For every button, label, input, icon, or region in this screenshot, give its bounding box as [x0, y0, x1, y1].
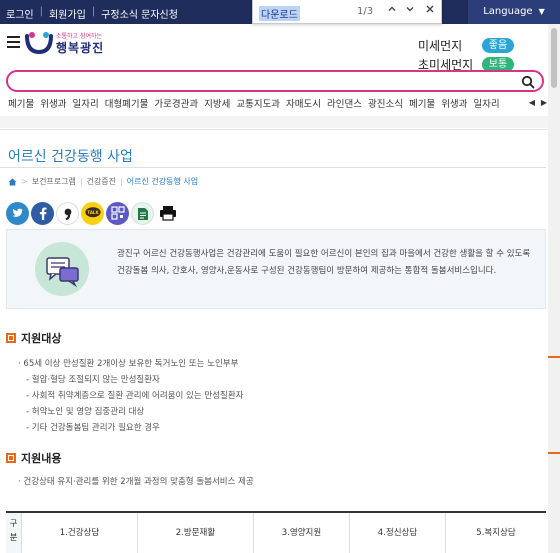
find-query[interactable]: 다운로드 [259, 6, 300, 21]
keyword-link[interactable]: 라인댄스 [327, 96, 362, 110]
print-icon[interactable] [156, 202, 179, 225]
chevron-down-icon[interactable] [403, 4, 417, 18]
table-cell: 4.정신상담 [350, 513, 446, 553]
kakaotalk-icon[interactable]: TALK [81, 202, 104, 225]
keyword-link[interactable]: 가로경관과 [154, 96, 198, 110]
breadcrumb-separator: | [79, 177, 83, 186]
table-row-header: 구분 [6, 513, 22, 553]
scrollbar-thumb[interactable] [551, 28, 557, 88]
fine-dust-row: 미세먼지 좋음 [418, 36, 514, 55]
breadcrumb-separator: > [21, 177, 28, 186]
divider: | [91, 6, 96, 17]
popular-keywords-bar: 페기물 위생과 일자리 대형폐기물 가로경관과 지방세 교통지도과 자매도시 라… [0, 94, 560, 130]
chevron-up-icon[interactable] [385, 4, 399, 18]
site-logo[interactable]: 소통하고 참여하는 행복광진 [24, 28, 114, 58]
keyword-link[interactable]: 페기물 [8, 96, 34, 110]
site-search-box [6, 70, 544, 92]
twitter-icon[interactable] [6, 202, 29, 225]
facebook-icon[interactable] [31, 202, 54, 225]
sms-subscribe-link[interactable]: 구정소식 문자신청 [101, 6, 178, 21]
page-scrollbar[interactable] [548, 24, 560, 553]
language-label: Language [483, 6, 533, 17]
edge-indicator [548, 356, 560, 358]
breadcrumb-current: 어르신 건강동행 사업 [126, 177, 199, 186]
keyword-link[interactable]: 교통지도과 [236, 96, 280, 110]
page-title: 어르신 건강동행 사업 [8, 149, 133, 165]
chat-bubble-icon [35, 242, 89, 296]
keyword-link[interactable]: 일자리 [72, 96, 98, 110]
hamburger-menu-icon[interactable] [7, 36, 20, 48]
logo-mark-icon [25, 32, 53, 55]
fine-dust-status-badge: 좋음 [482, 38, 514, 53]
find-match-count: 1/3 [357, 6, 374, 17]
search-input[interactable] [16, 74, 506, 88]
search-icon[interactable] [521, 75, 535, 89]
svg-text:TALK: TALK [87, 210, 99, 215]
list-item: - 허약노인 및 영양 집중관리 대상 [26, 407, 145, 417]
table-cell: 3.영양지원 [254, 513, 350, 553]
air-quality-widget: 미세먼지 좋음 초미세먼지 보통 [418, 36, 514, 74]
logo-wordmark: 행복광진 [56, 41, 105, 55]
keyword-link[interactable]: 광진소식 [368, 96, 403, 110]
target-heading-text: 지원대상 [21, 332, 62, 345]
list-item: · 65세 이상 만성질환 2개이상 보유한 독거노인 또는 노인부부 [18, 359, 239, 369]
list-item: - 기타 건강돌봄팀 관리가 필요한 경우 [26, 423, 160, 433]
language-button[interactable]: Language ▼ [468, 0, 560, 24]
target-section-heading: 지원대상 [6, 330, 61, 346]
keyword-list: 페기물 위생과 일자리 대형폐기물 가로경관과 지방세 교통지도과 자매도시 라… [8, 96, 506, 110]
section-bullet-icon [6, 333, 16, 343]
table-cell: 5.복지상담 [476, 528, 516, 538]
intro-text: 광진구 어르신 건강동행사업은 건강관리에 도움이 필요한 어르신이 본인의 집… [117, 249, 531, 276]
section-bullet-icon [6, 453, 16, 463]
find-in-page-bar: 다운로드 1/3 [252, 0, 442, 24]
edge-indicator [548, 452, 560, 454]
breadcrumb: > 보건프로그램 | 건강증진 | 어르신 건강동행 사업 [8, 176, 198, 187]
keyword-link[interactable]: 지방세 [204, 96, 230, 110]
keyword-bar-shadow [0, 116, 560, 128]
qr-code-icon[interactable] [106, 202, 129, 225]
keyword-link[interactable]: 페기물 [409, 96, 435, 110]
prev-arrow-icon[interactable]: ◀ [526, 98, 538, 107]
service-table: 구분 1.건강상담 2.방문재활 3.영양지원 4.정신상담 5.복지상담 [6, 511, 546, 553]
close-icon[interactable] [423, 4, 437, 18]
keyword-link[interactable]: 위생과 [441, 96, 467, 110]
keyword-link[interactable]: 자매도시 [286, 96, 321, 110]
content-list: · 건강상태 유지·관리를 위한 2개월 과정의 맞춤형 돌봄서비스 제공 [18, 474, 254, 490]
caret-down-icon: ▼ [538, 7, 545, 16]
document-download-icon[interactable] [131, 202, 154, 225]
table-cell: 2.방문재활 [138, 513, 254, 553]
breadcrumb-separator: | [120, 177, 123, 186]
breadcrumb-item[interactable]: 건강증진 [87, 176, 116, 187]
list-item: - 사회적 취약계층으로 질환 관리에 어려움이 있는 만성질환자 [26, 391, 244, 401]
title-divider [0, 167, 546, 168]
breadcrumb-item[interactable]: 보건프로그램 [32, 176, 76, 187]
list-item: - 혈압·혈당 조절되지 않는 만성질환자 [26, 375, 160, 385]
login-link[interactable]: 로그인 [6, 6, 34, 21]
kakaostory-icon[interactable] [56, 202, 79, 225]
divider: | [39, 6, 43, 17]
target-list: · 65세 이상 만성질환 2개이상 보유한 독거노인 또는 노인부부 - 혈압… [18, 356, 243, 436]
table-cell: 1.건강상담 [22, 513, 138, 553]
keyword-link[interactable]: 일자리 [473, 96, 499, 110]
signup-link[interactable]: 회원가입 [49, 6, 86, 21]
utility-links: 로그인 | 회원가입 | 구정소식 문자신청 [6, 6, 178, 21]
home-icon[interactable] [8, 178, 17, 186]
list-item: · 건강상태 유지·관리를 위한 2개월 과정의 맞춤형 돌봄서비스 제공 [18, 477, 254, 487]
keyword-link[interactable]: 위생과 [40, 96, 66, 110]
share-toolbar: TALK [6, 202, 181, 225]
keyword-link[interactable]: 대형폐기물 [105, 96, 149, 110]
program-intro-box: 광진구 어르신 건강동행사업은 건강관리에 도움이 필요한 어르신이 본인의 집… [6, 229, 546, 309]
content-heading-text: 지원내용 [21, 452, 62, 465]
fine-dust-label: 미세먼지 [418, 39, 463, 53]
content-section-heading: 지원내용 [6, 450, 61, 466]
